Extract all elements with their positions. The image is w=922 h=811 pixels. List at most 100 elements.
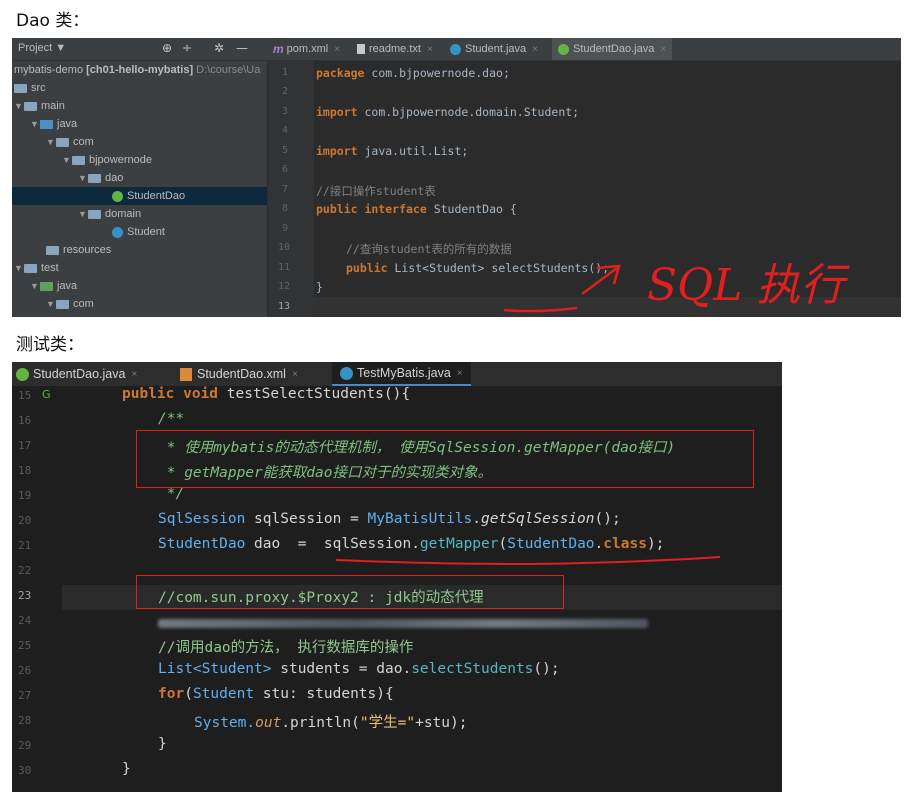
close-icon[interactable]: × (532, 44, 538, 55)
maven-icon: m (273, 42, 284, 56)
line-number: 7 (282, 184, 289, 195)
chevron-down-icon[interactable]: ▼ (30, 119, 40, 129)
line-number: 8 (282, 203, 289, 214)
chevron-down-icon[interactable]: ▼ (62, 155, 72, 165)
code-line-26: List<Student> students = dao.selectStude… (158, 661, 560, 677)
code-line-5: import java.util.List; (316, 144, 469, 158)
close-icon[interactable]: × (292, 369, 298, 380)
chevron-down-icon[interactable]: ▼ (30, 281, 40, 291)
line-number: 20 (18, 514, 32, 527)
tab-student-java[interactable]: Student.java × (450, 38, 538, 60)
line-number: 10 (278, 242, 291, 253)
dao-class-caption: Dao 类： (16, 11, 90, 31)
test-folder-icon (40, 281, 53, 291)
code-line-7: //接口操作student表 (316, 184, 436, 198)
tree-item-main[interactable]: ▼ main (14, 97, 65, 115)
folder-icon (24, 263, 37, 273)
tree-item-dao[interactable]: ▼ dao (78, 169, 123, 187)
code-line-12: } (316, 280, 323, 294)
code-line-1: package com.bjpowernode.dao; (316, 66, 510, 80)
tab-studentdao-xml[interactable]: StudentDao.xml × (180, 362, 298, 386)
code-line-3: import com.bjpowernode.domain.Student; (316, 105, 580, 119)
chevron-down-icon[interactable]: ▼ (78, 209, 88, 219)
code-line-30: } (122, 761, 131, 777)
tree-item-java[interactable]: ▼ java (30, 115, 77, 133)
code-line-8: public interface StudentDao { (316, 202, 517, 216)
tree-item-test[interactable]: ▼ test (14, 259, 59, 277)
collapse-icon[interactable]: ÷ (182, 41, 192, 55)
tree-item-test-java[interactable]: ▼ java (30, 277, 77, 295)
line-number: 22 (18, 564, 32, 577)
line-number: 25 (18, 639, 32, 652)
line-number: 19 (18, 489, 32, 502)
line-number: 6 (282, 164, 289, 175)
code-line-10: //查询student表的所有的数据 (346, 242, 512, 256)
resources-folder-icon (46, 245, 59, 255)
editor-tabs: m pom.xml × readme.txt × Student.java × Stu… (267, 38, 901, 61)
hide-icon[interactable]: — (236, 41, 248, 55)
package-icon (88, 209, 101, 219)
chevron-down-icon[interactable]: ▼ (14, 101, 24, 111)
tree-item-com[interactable]: ▼ com (46, 133, 94, 151)
chevron-down-icon[interactable]: ▼ (14, 263, 24, 273)
chevron-down-icon[interactable]: ▼ (78, 173, 88, 183)
line-gutter: 15 G 16 17 18 19 20 21 22 23 24 25 26 27… (12, 386, 62, 792)
close-icon[interactable]: × (334, 44, 340, 55)
tree-root[interactable]: mybatis-demo [ch01-hello-mybatis] D:\cou… (14, 61, 260, 79)
locate-icon[interactable]: ⊕ (162, 41, 172, 55)
interface-icon (558, 43, 569, 55)
project-view-dropdown[interactable]: Project ▼ (18, 42, 66, 54)
line-number: 28 (18, 714, 32, 727)
tab-studentdao-java[interactable]: StudentDao.java × (552, 38, 673, 60)
line-number: 16 (18, 414, 32, 427)
tab-pom-xml[interactable]: m pom.xml × (273, 38, 340, 60)
tree-item-src[interactable]: src (14, 79, 46, 97)
code-line-28: System.out.println("学生="+stu); (194, 715, 468, 731)
chevron-down-icon[interactable]: ▼ (46, 137, 56, 147)
line-number: 5 (282, 145, 289, 156)
close-icon[interactable]: × (427, 44, 433, 55)
tab-studentdao-java[interactable]: StudentDao.java × (16, 362, 137, 386)
code-line-19: */ (158, 486, 185, 502)
package-icon (56, 299, 69, 309)
test-class-icon (340, 366, 353, 380)
folder-icon (24, 101, 37, 111)
tree-item-studentdao[interactable]: StudentDao (12, 187, 267, 205)
editor-tabs: StudentDao.java × StudentDao.xml × TestMyB… (12, 362, 782, 386)
line-number: 4 (282, 125, 289, 136)
line-number: 18 (18, 464, 32, 477)
code-line-25: //调用dao的方法， 执行数据库的操作 (158, 640, 414, 656)
interface-icon (16, 367, 29, 381)
source-folder-icon (40, 119, 53, 129)
test-class-caption: 测试类： (16, 335, 84, 355)
code-line-16: /** (158, 411, 185, 427)
tree-item-bjpowernode[interactable]: ▼ bjpowernode (62, 151, 152, 169)
line-number: 9 (282, 223, 289, 234)
xml-file-icon (180, 367, 192, 381)
chevron-down-icon[interactable]: ▼ (46, 299, 56, 309)
text-file-icon (357, 44, 365, 54)
line-gutter: 1 2 3 4 5 6 7 8 9 10 11 12 13 (268, 61, 314, 317)
tree-item-resources[interactable]: resources (46, 241, 111, 259)
close-icon[interactable]: × (660, 44, 666, 55)
tab-readme-txt[interactable]: readme.txt × (357, 38, 433, 60)
folder-icon (14, 83, 27, 93)
line-number: 3 (282, 106, 289, 117)
tree-item-test-com[interactable]: ▼ com (46, 295, 94, 313)
red-underline-getmapper (335, 556, 721, 565)
close-icon[interactable]: × (131, 369, 137, 380)
tree-item-student[interactable]: Student (112, 223, 165, 241)
close-icon[interactable]: × (457, 368, 463, 379)
code-line-15: public void testSelectStudents(){ (122, 386, 411, 402)
run-test-icon[interactable]: G (42, 388, 51, 401)
gear-icon[interactable]: ✲ (214, 41, 224, 55)
class-icon (450, 43, 461, 55)
tab-testmybatis-java[interactable]: TestMyBatis.java × (332, 362, 471, 386)
ide-window-dao: Project ▼ ⊕ ÷ ✲ — m pom.xml × readme.txt ×… (12, 38, 901, 317)
code-line-20: SqlSession sqlSession = MyBatisUtils.get… (158, 511, 621, 527)
line-number: 29 (18, 739, 32, 752)
tree-item-domain[interactable]: ▼ domain (78, 205, 141, 223)
line-number: 21 (18, 539, 32, 552)
blurred-code-line-24 (158, 619, 648, 628)
line-number: 12 (278, 281, 291, 292)
